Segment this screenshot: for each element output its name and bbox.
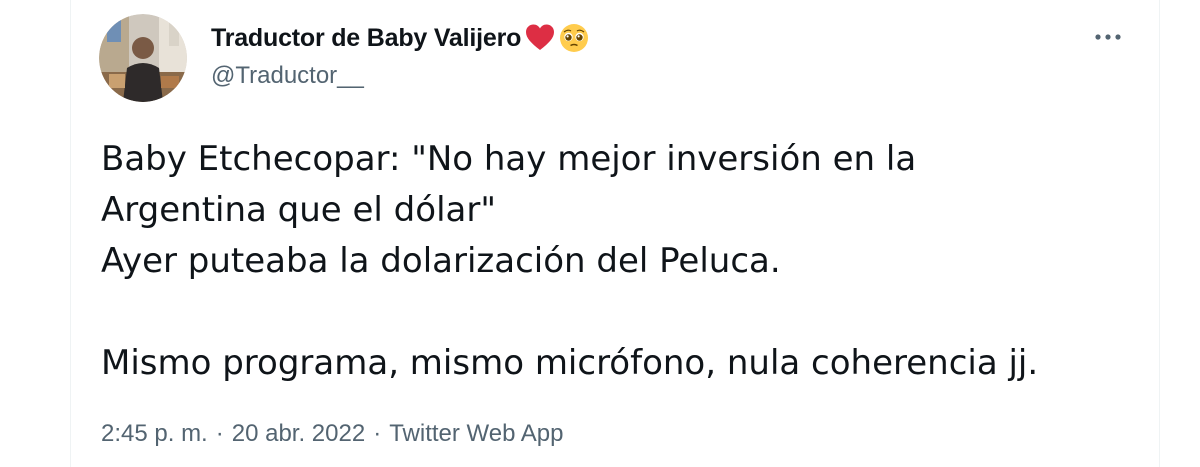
avatar[interactable] bbox=[99, 14, 187, 102]
avatar-image bbox=[99, 14, 187, 102]
tweet-card: Traductor de Baby Valijero @Traductor__ … bbox=[70, 0, 1160, 467]
tweet-source-link[interactable]: Twitter Web App bbox=[389, 420, 563, 448]
tweet-text: Baby Etchecopar: "No hay mejor inversión… bbox=[101, 139, 1039, 383]
meta-separator: · bbox=[373, 420, 382, 447]
tweet-metadata: 2:45 p. m. · 20 abr. 2022 · Twitter Web … bbox=[101, 420, 564, 448]
tweet-author: Traductor de Baby Valijero @Traductor__ bbox=[211, 18, 589, 90]
tweet-time-link[interactable]: 2:45 p. m. bbox=[101, 420, 208, 448]
meta-separator: · bbox=[215, 420, 224, 447]
more-options-icon bbox=[1095, 34, 1121, 40]
red-heart-icon bbox=[525, 23, 555, 53]
user-handle[interactable]: @Traductor__ bbox=[211, 62, 589, 90]
display-name-row: Traductor de Baby Valijero bbox=[211, 18, 589, 58]
display-name[interactable]: Traductor de Baby Valijero bbox=[211, 24, 521, 53]
tweet-date-link[interactable]: 20 abr. 2022 bbox=[232, 420, 365, 448]
more-options-button[interactable] bbox=[1091, 24, 1125, 50]
pleading-face-icon bbox=[559, 23, 589, 53]
